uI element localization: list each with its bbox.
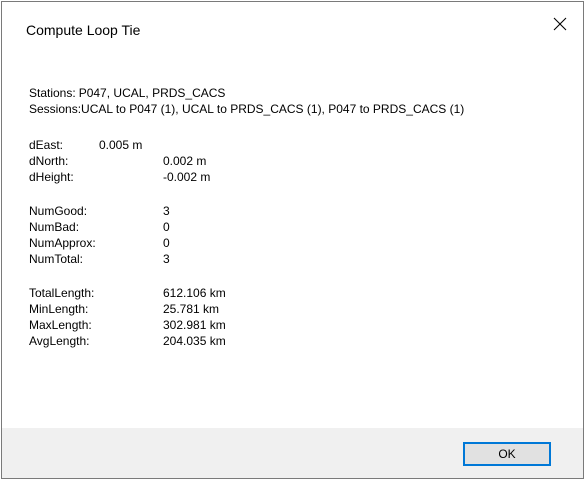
numapprox-label: NumApprox: <box>29 236 96 250</box>
minlength-label: MinLength: <box>29 302 89 316</box>
totallength-label: TotalLength: <box>29 286 95 300</box>
close-button[interactable] <box>537 2 583 46</box>
dialog-footer: OK <box>2 428 583 478</box>
numtotal-label: NumTotal: <box>29 252 84 266</box>
totallength-value: 612.106 km <box>163 286 226 300</box>
numapprox-row: NumApprox: 0 <box>29 235 549 251</box>
numgood-row: NumGood: 3 <box>29 203 549 219</box>
avglength-row: AvgLength: 204.035 km <box>29 333 549 349</box>
numgood-label: NumGood: <box>29 204 88 218</box>
deast-value: 0.005 m <box>99 138 143 152</box>
close-icon <box>553 17 567 31</box>
dnorth-label: dNorth: <box>29 154 69 168</box>
ok-button[interactable]: OK <box>463 442 551 466</box>
numapprox-value: 0 <box>163 236 170 250</box>
numbad-value: 0 <box>163 220 170 234</box>
stations-row: Stations: P047, UCAL, PRDS_CACS <box>29 85 549 101</box>
stations-label: Stations: <box>29 86 76 100</box>
numbad-label: NumBad: <box>29 220 80 234</box>
totallength-row: TotalLength: 612.106 km <box>29 285 549 301</box>
stations-value: P047, UCAL, PRDS_CACS <box>78 86 226 100</box>
avglength-value: 204.035 km <box>163 334 226 348</box>
avglength-label: AvgLength: <box>29 334 90 348</box>
loop-tie-results: Stations: P047, UCAL, PRDS_CACS Sessions… <box>29 85 549 349</box>
minlength-row: MinLength: 25.781 km <box>29 301 549 317</box>
dheight-value: -0.002 m <box>163 170 211 184</box>
numtotal-value: 3 <box>163 252 170 266</box>
numbad-row: NumBad: 0 <box>29 219 549 235</box>
numgood-value: 3 <box>163 204 170 218</box>
dnorth-value: 0.002 m <box>163 154 207 168</box>
minlength-value: 25.781 km <box>163 302 220 316</box>
dheight-row: dHeight: -0.002 m <box>29 169 549 185</box>
compute-loop-tie-dialog: Compute Loop Tie Stations: P047, UCAL, P… <box>1 1 584 479</box>
maxlength-row: MaxLength: 302.981 km <box>29 317 549 333</box>
deast-row: dEast: 0.005 m <box>29 137 549 153</box>
title-bar[interactable]: Compute Loop Tie <box>2 2 583 46</box>
sessions-label: Sessions: <box>29 102 82 116</box>
dnorth-row: dNorth: 0.002 m <box>29 153 549 169</box>
sessions-value: UCAL to P047 (1), UCAL to PRDS_CACS (1),… <box>81 102 465 116</box>
deast-label: dEast: <box>29 138 64 152</box>
dialog-title: Compute Loop Tie <box>26 22 141 38</box>
sessions-row: Sessions: UCAL to P047 (1), UCAL to PRDS… <box>29 101 549 117</box>
maxlength-value: 302.981 km <box>163 318 226 332</box>
dheight-label: dHeight: <box>29 170 74 184</box>
maxlength-label: MaxLength: <box>29 318 92 332</box>
numtotal-row: NumTotal: 3 <box>29 251 549 267</box>
